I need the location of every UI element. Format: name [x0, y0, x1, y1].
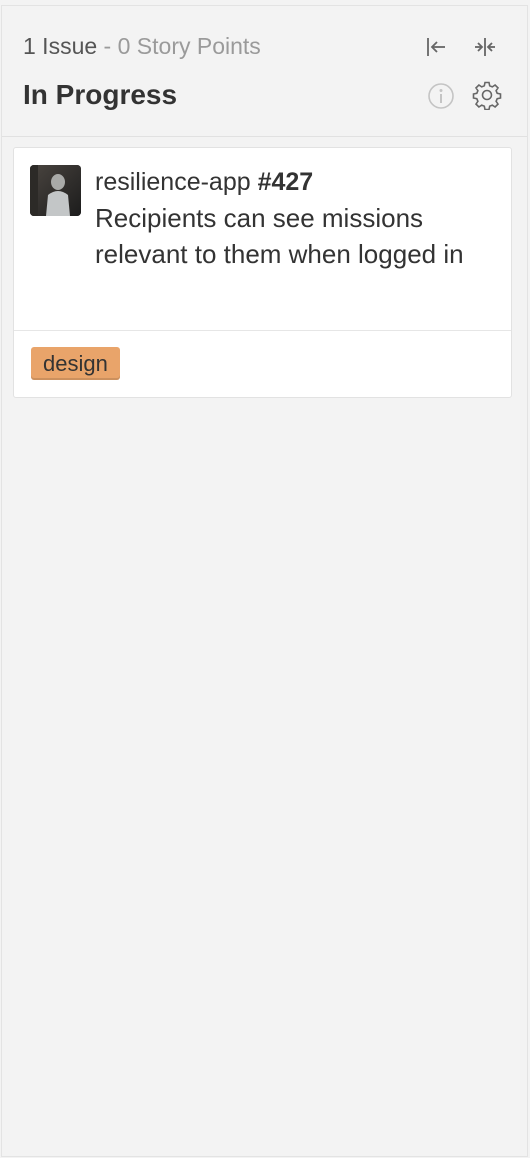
- avatar-image: [30, 165, 81, 216]
- issue-number[interactable]: #427: [258, 168, 314, 196]
- issue-card-body: resilience-app #427 Recipients can see m…: [14, 148, 511, 331]
- column-counts: 1 Issue - 0 Story Points: [23, 33, 261, 60]
- issue-title[interactable]: Recipients can see missions relevant to …: [95, 200, 500, 272]
- column-header: 1 Issue - 0 Story Points In Progress: [2, 6, 527, 137]
- count-separator: -: [103, 33, 112, 59]
- board-column: 1 Issue - 0 Story Points In Progress res…: [1, 5, 528, 1157]
- collapse-left-icon: [427, 38, 445, 56]
- story-points: 0 Story Points: [117, 33, 261, 59]
- label-design[interactable]: design: [31, 347, 120, 380]
- info-icon: [428, 83, 454, 109]
- gear-icon: [472, 81, 502, 110]
- column-settings-button[interactable]: [472, 80, 502, 110]
- collapse-column-button[interactable]: [470, 32, 500, 62]
- issue-reference: resilience-app #427: [95, 168, 313, 197]
- collapse-both-icon: [475, 38, 495, 56]
- column-title: In Progress: [23, 79, 178, 110]
- column-info-button[interactable]: [426, 81, 456, 111]
- issue-card[interactable]: resilience-app #427 Recipients can see m…: [13, 147, 512, 398]
- repo-name: resilience-app: [95, 168, 251, 196]
- issue-count: 1 Issue: [23, 33, 98, 59]
- collapse-left-button[interactable]: [421, 32, 451, 62]
- avatar[interactable]: [30, 165, 81, 216]
